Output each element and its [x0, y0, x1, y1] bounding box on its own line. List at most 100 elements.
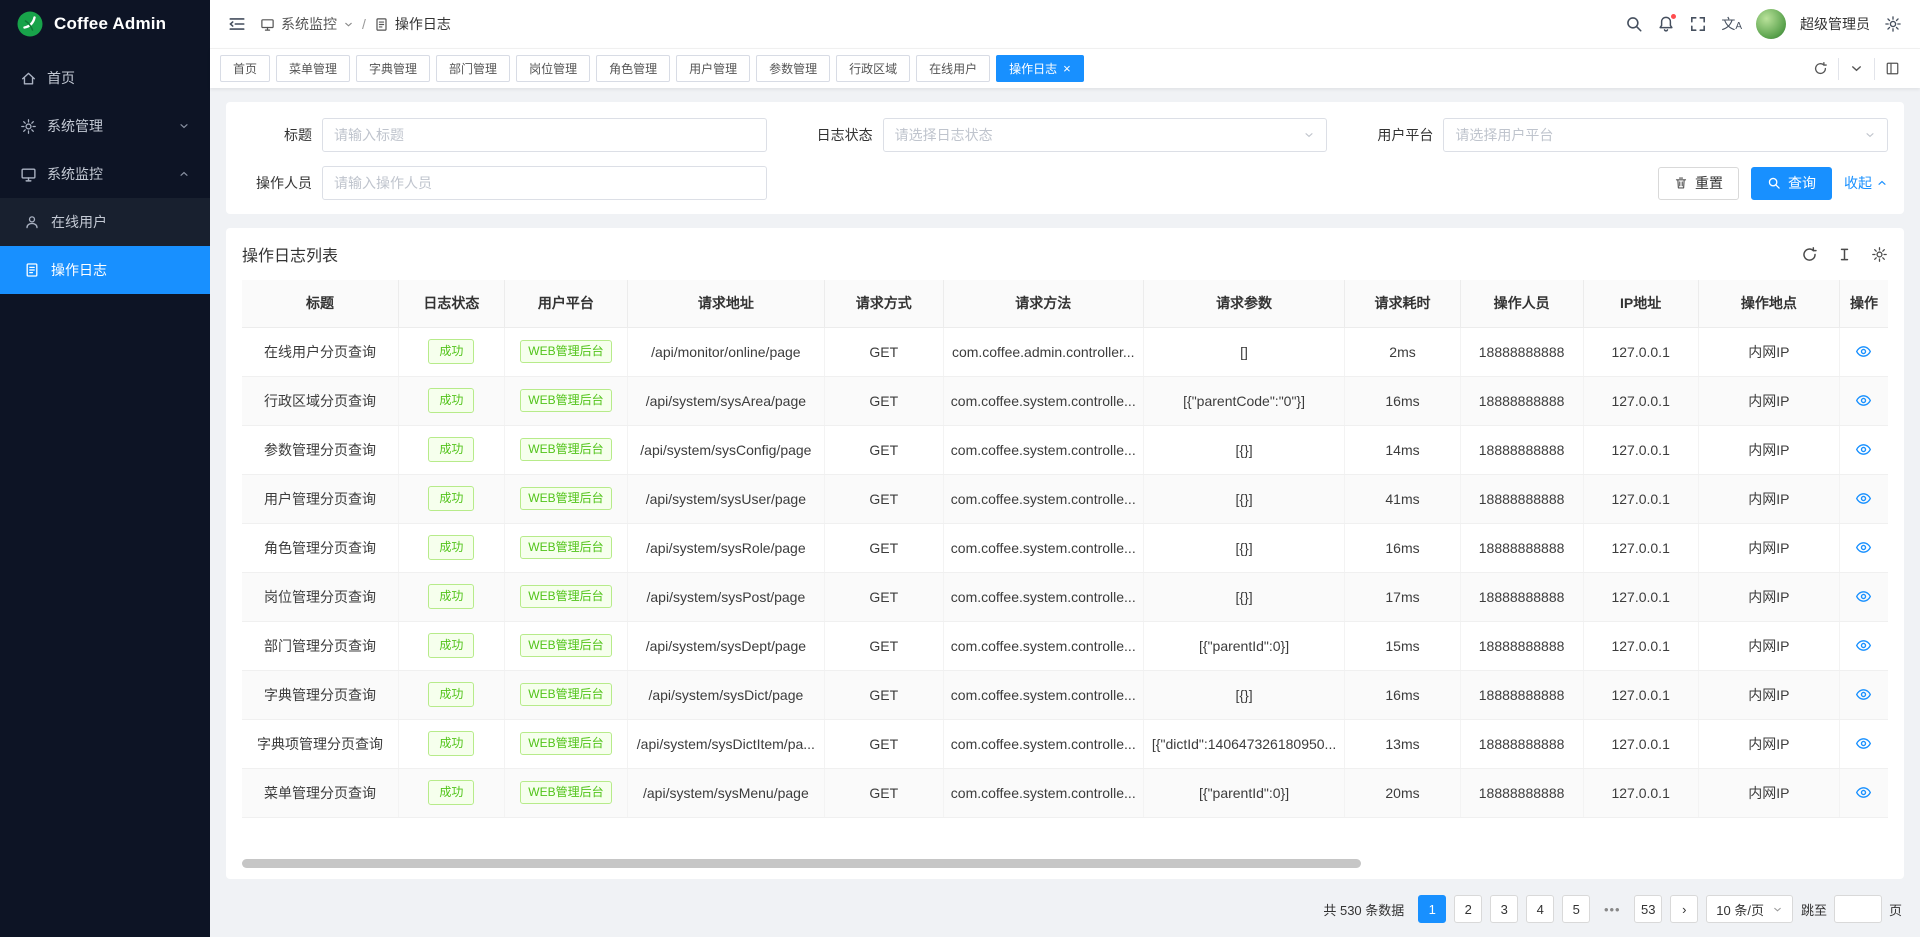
cell-request-method: GET — [824, 474, 943, 523]
page-ellipsis: ••• — [1598, 895, 1626, 923]
tab-item[interactable]: 在线用户 — [916, 55, 990, 82]
page-button[interactable]: 3 — [1490, 895, 1518, 923]
collapse-filter-link[interactable]: 收起 — [1844, 173, 1888, 193]
cell-request-method: GET — [824, 719, 943, 768]
tab-item[interactable]: 首页 — [220, 55, 270, 82]
page-button[interactable]: 53 — [1634, 895, 1662, 923]
refresh-tabs-icon[interactable] — [1803, 56, 1838, 82]
tab-label: 在线用户 — [929, 60, 977, 77]
reset-button-label: 重置 — [1695, 173, 1723, 193]
user-name[interactable]: 超级管理员 — [1800, 14, 1870, 34]
next-page-button[interactable]: › — [1670, 895, 1698, 923]
view-detail-eye-icon[interactable] — [1855, 784, 1872, 801]
density-icon[interactable] — [1836, 246, 1853, 263]
page-button[interactable]: 4 — [1526, 895, 1554, 923]
table-header-row: 标题日志状态用户平台请求地址请求方式请求方法请求参数请求耗时操作人员IP地址操作… — [242, 280, 1888, 327]
table-wrap: 标题日志状态用户平台请求地址请求方式请求方法请求参数请求耗时操作人员IP地址操作… — [242, 280, 1888, 818]
sidebar-item-label: 在线用户 — [51, 212, 107, 232]
cell-operator: 18888888888 — [1460, 572, 1583, 621]
page-button[interactable]: 5 — [1562, 895, 1590, 923]
tab-actions-chevron-down-icon[interactable] — [1839, 56, 1874, 82]
status-select[interactable]: 请选择日志状态 — [883, 118, 1328, 152]
sidebar-item-system-management[interactable]: 系统管理 — [0, 102, 210, 150]
sidebar-item-home[interactable]: 首页 — [0, 54, 210, 102]
tab-item[interactable]: 参数管理 — [756, 55, 830, 82]
sidebar-item-online-users[interactable]: 在线用户 — [0, 198, 210, 246]
view-detail-eye-icon[interactable] — [1855, 392, 1872, 409]
column-header: 请求地址 — [627, 280, 824, 327]
view-detail-eye-icon[interactable] — [1855, 588, 1872, 605]
search-icon[interactable] — [1625, 15, 1643, 33]
tab-label: 用户管理 — [689, 60, 737, 77]
tab-item[interactable]: 部门管理 — [436, 55, 510, 82]
view-detail-eye-icon[interactable] — [1855, 539, 1872, 556]
view-detail-eye-icon[interactable] — [1855, 441, 1872, 458]
reset-button[interactable]: 重置 — [1658, 167, 1739, 200]
refresh-table-icon[interactable] — [1801, 246, 1818, 263]
view-detail-eye-icon[interactable] — [1855, 490, 1872, 507]
cell-location: 内网IP — [1698, 719, 1839, 768]
cell-location: 内网IP — [1698, 670, 1839, 719]
cell-request-params: [{}] — [1143, 523, 1345, 572]
sidebar-item-operation-log[interactable]: 操作日志 — [0, 246, 210, 294]
tab-item[interactable]: 操作日志× — [996, 55, 1084, 82]
view-detail-eye-icon[interactable] — [1855, 686, 1872, 703]
jump-page-input[interactable] — [1834, 895, 1882, 923]
brand-logo[interactable]: Coffee Admin — [0, 0, 210, 48]
notification-bell-icon[interactable] — [1657, 15, 1675, 33]
tab-item[interactable]: 角色管理 — [596, 55, 670, 82]
tab-item[interactable]: 岗位管理 — [516, 55, 590, 82]
search-button[interactable]: 查询 — [1751, 167, 1832, 200]
view-detail-eye-icon[interactable] — [1855, 637, 1872, 654]
column-settings-gear-icon[interactable] — [1871, 246, 1888, 263]
pagination-jump: 跳至 页 — [1801, 895, 1902, 923]
sidebar-collapse-icon[interactable] — [228, 15, 246, 33]
cell-location: 内网IP — [1698, 425, 1839, 474]
user-avatar[interactable] — [1756, 9, 1786, 39]
sidebar-item-system-monitor[interactable]: 系统监控 — [0, 150, 210, 198]
cell-request-params: [{}] — [1143, 572, 1345, 621]
platform-badge: WEB管理后台 — [520, 340, 611, 363]
page-button[interactable]: 2 — [1454, 895, 1482, 923]
status-badge: 成功 — [428, 339, 474, 364]
status-badge: 成功 — [428, 731, 474, 756]
view-detail-eye-icon[interactable] — [1855, 343, 1872, 360]
breadcrumb: 系统监控 / 操作日志 — [260, 14, 451, 34]
table-card: 操作日志列表 标题日志状态用户平台请求地址请求方式请求 — [226, 228, 1904, 879]
cell-request-handler: com.coffee.system.controlle... — [943, 670, 1143, 719]
page-content: 标题 日志状态 请选择日志状态 用户平台 请选择用户平台 — [210, 88, 1920, 937]
view-detail-eye-icon[interactable] — [1855, 735, 1872, 752]
filter-actions: 重置 查询 收起 — [1363, 166, 1888, 200]
layout-icon[interactable] — [1875, 56, 1910, 82]
cell-ip-address: 127.0.0.1 — [1583, 327, 1698, 376]
cell-user-platform: WEB管理后台 — [504, 768, 627, 817]
horizontal-scrollbar-thumb[interactable] — [242, 859, 1361, 868]
breadcrumb-item-monitor[interactable]: 系统监控 — [260, 14, 354, 34]
sidebar-item-label: 系统管理 — [47, 116, 103, 136]
chevron-up-icon — [1876, 177, 1888, 189]
page-button[interactable]: 1 — [1418, 895, 1446, 923]
close-icon[interactable]: × — [1063, 62, 1071, 75]
cell-title: 参数管理分页查询 — [242, 425, 398, 474]
tab-item[interactable]: 字典管理 — [356, 55, 430, 82]
cell-user-platform: WEB管理后台 — [504, 474, 627, 523]
tab-item[interactable]: 用户管理 — [676, 55, 750, 82]
cell-title: 字典项管理分页查询 — [242, 719, 398, 768]
tab-item[interactable]: 菜单管理 — [276, 55, 350, 82]
cell-request-params: [{"dictId":140647326180950... — [1143, 719, 1345, 768]
tab-item[interactable]: 行政区域 — [836, 55, 910, 82]
page-size-select[interactable]: 10 条/页 — [1706, 895, 1793, 923]
sidebar-menu: 首页 系统管理 系统监控 在线用户 操作日志 — [0, 48, 210, 937]
fullscreen-icon[interactable] — [1689, 15, 1707, 33]
translate-icon[interactable]: 文A — [1721, 14, 1742, 34]
platform-select[interactable]: 请选择用户平台 — [1443, 118, 1888, 152]
table-row: 参数管理分页查询成功WEB管理后台/api/system/sysConfig/p… — [242, 425, 1888, 474]
operator-input[interactable] — [334, 175, 755, 191]
filter-field-operator: 操作人员 — [242, 166, 767, 200]
tabbar: 首页菜单管理字典管理部门管理岗位管理角色管理 用户管理 参数管理行政区域 在线用户 操作… — [210, 48, 1920, 88]
title-input[interactable] — [334, 127, 755, 143]
table-row: 部门管理分页查询成功WEB管理后台/api/system/sysDept/pag… — [242, 621, 1888, 670]
settings-gear-icon[interactable] — [1884, 15, 1902, 33]
cell-title: 岗位管理分页查询 — [242, 572, 398, 621]
cell-log-status: 成功 — [398, 572, 504, 621]
